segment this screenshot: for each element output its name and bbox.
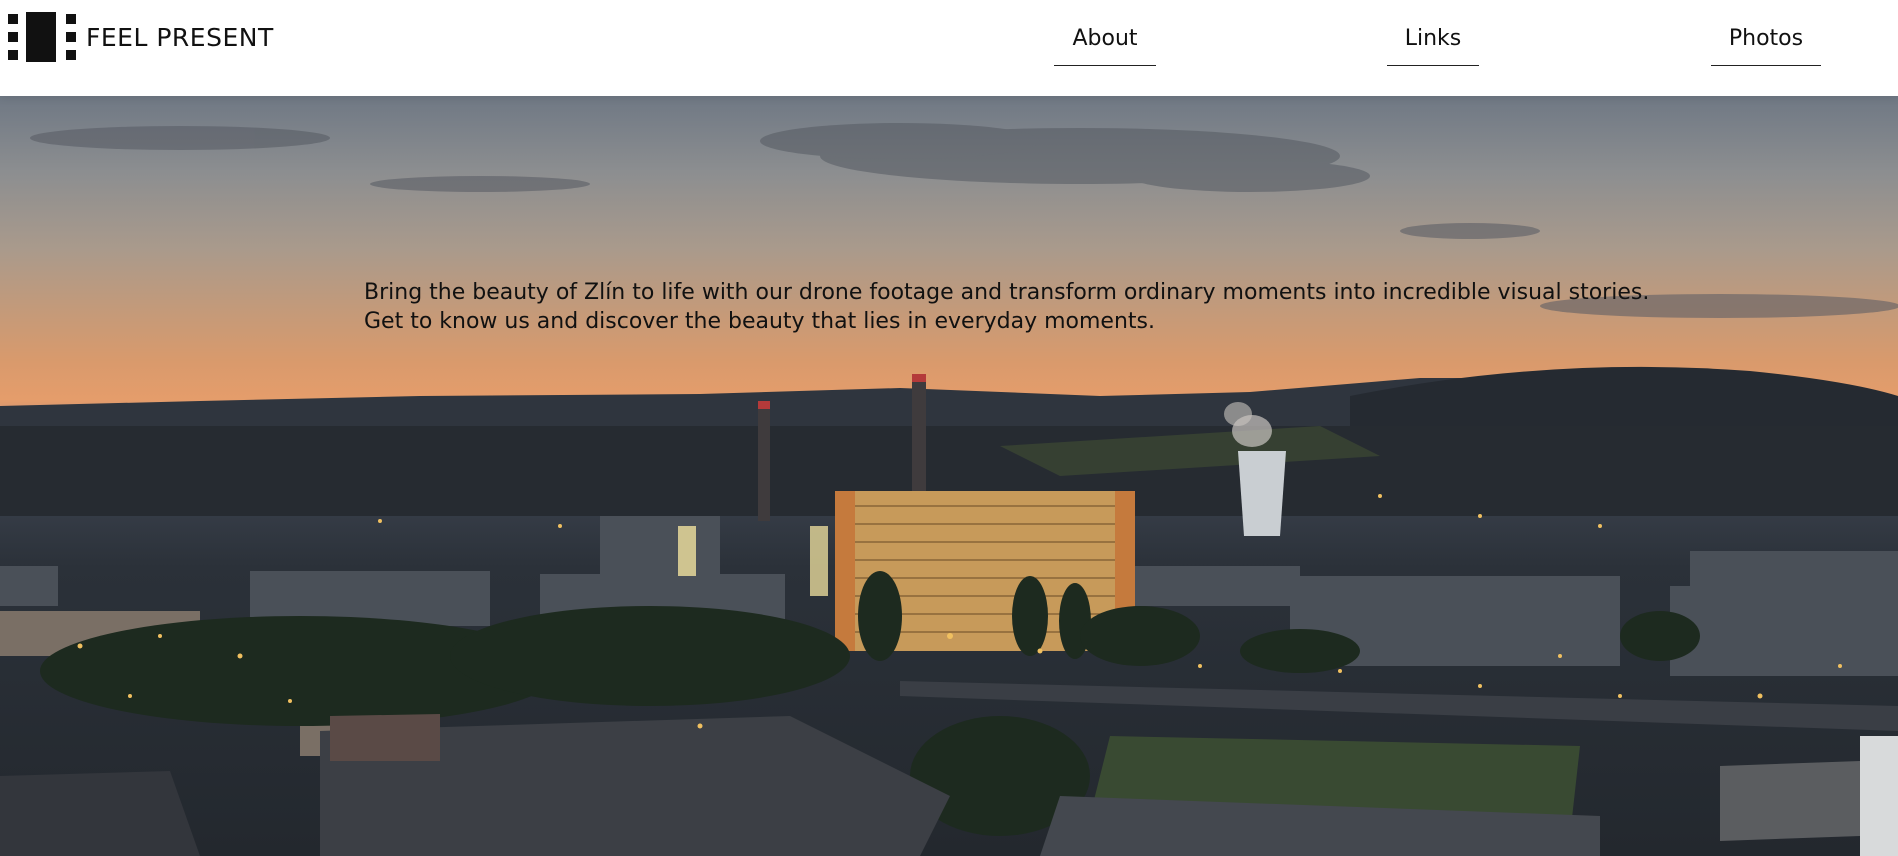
nav-about-link[interactable]: About <box>1054 26 1156 66</box>
nav-links-link[interactable]: Links <box>1387 26 1479 66</box>
feel-present-logo-icon <box>8 12 78 62</box>
hero-background-photo <box>0 123 1898 856</box>
hero-description: Bring the beauty of Zlín to life with ou… <box>364 280 1650 334</box>
hero-section: Bring the beauty of Zlín to life with ou… <box>0 96 1898 856</box>
logo-link[interactable]: FEEL PRESENT <box>8 12 274 62</box>
site-header: FEEL PRESENT About Links Photos <box>0 0 1898 96</box>
nav-photos-link[interactable]: Photos <box>1711 26 1821 66</box>
brand-name: FEEL PRESENT <box>86 22 274 52</box>
